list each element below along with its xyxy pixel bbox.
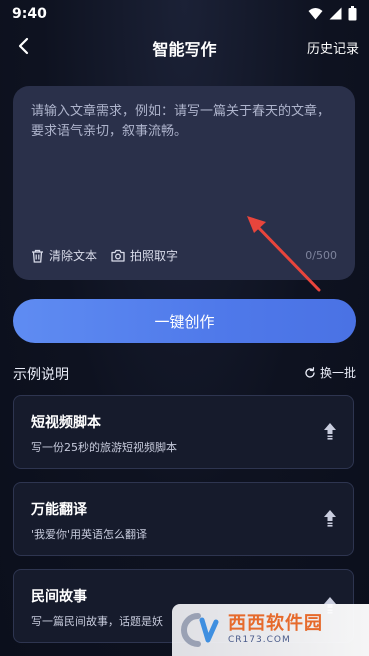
status-time: 9:40 bbox=[12, 6, 47, 22]
battery-icon bbox=[348, 6, 357, 21]
prompt-input-card[interactable]: 请输入文章需求，例如：请写一篇关于春天的文章，要求语气亲切，叙事流畅。 清除文本… bbox=[13, 86, 355, 292]
arrow-up-icon[interactable] bbox=[323, 509, 337, 527]
examples-section-title: 示例说明 bbox=[13, 367, 69, 383]
watermark-text: 西西软件园 CR173.COM bbox=[228, 615, 323, 645]
camera-icon bbox=[111, 249, 125, 262]
prompt-placeholder[interactable]: 请输入文章需求，例如：请写一篇关于春天的文章，要求语气亲切，叙事流畅。 bbox=[31, 102, 341, 142]
arrow-up-icon[interactable] bbox=[323, 422, 337, 440]
trash-icon bbox=[32, 249, 43, 263]
photo-ocr-button[interactable]: 拍照取字 bbox=[111, 247, 178, 264]
example-card[interactable]: 短视频脚本 写一份25秒的旅游短视频脚本 bbox=[13, 395, 354, 469]
create-button[interactable]: 一键创作 bbox=[13, 299, 356, 343]
example-card[interactable]: 万能翻译 '我爱你'用英语怎么翻译 bbox=[13, 482, 354, 556]
example-title: 短视频脚本 bbox=[31, 415, 101, 431]
watermark-sub-text: CR173.COM bbox=[228, 635, 291, 645]
example-description: 写一份25秒的旅游短视频脚本 bbox=[31, 441, 177, 454]
status-icons bbox=[308, 6, 357, 21]
history-button[interactable]: 历史记录 bbox=[307, 38, 359, 57]
refresh-label: 换一批 bbox=[319, 366, 356, 380]
example-description: 写一篇民间故事，话题是妖 bbox=[31, 615, 163, 628]
signal-icon bbox=[329, 7, 342, 20]
nav-bar: 智能写作 历史记录 bbox=[0, 28, 369, 64]
status-bar: 9:40 bbox=[0, 0, 369, 28]
clear-text-button[interactable]: 清除文本 bbox=[31, 247, 97, 264]
examples-header: 示例说明 换一批 bbox=[13, 362, 356, 383]
clear-text-label: 清除文本 bbox=[49, 249, 98, 263]
wifi-icon bbox=[308, 8, 323, 20]
site-watermark: 西西软件园 CR173.COM bbox=[172, 604, 369, 656]
example-title: 民间故事 bbox=[31, 589, 87, 605]
char-counter: 0/500 bbox=[305, 249, 337, 262]
editor-tools: 清除文本 拍照取字 bbox=[31, 247, 178, 264]
example-title: 万能翻译 bbox=[31, 502, 87, 518]
refresh-icon bbox=[305, 366, 315, 378]
watermark-main-text: 西西软件园 bbox=[228, 613, 323, 634]
photo-ocr-label: 拍照取字 bbox=[130, 249, 179, 263]
watermark-logo-icon bbox=[181, 613, 219, 647]
refresh-examples-button[interactable]: 换一批 bbox=[304, 364, 356, 381]
example-description: '我爱你'用英语怎么翻译 bbox=[31, 528, 148, 541]
